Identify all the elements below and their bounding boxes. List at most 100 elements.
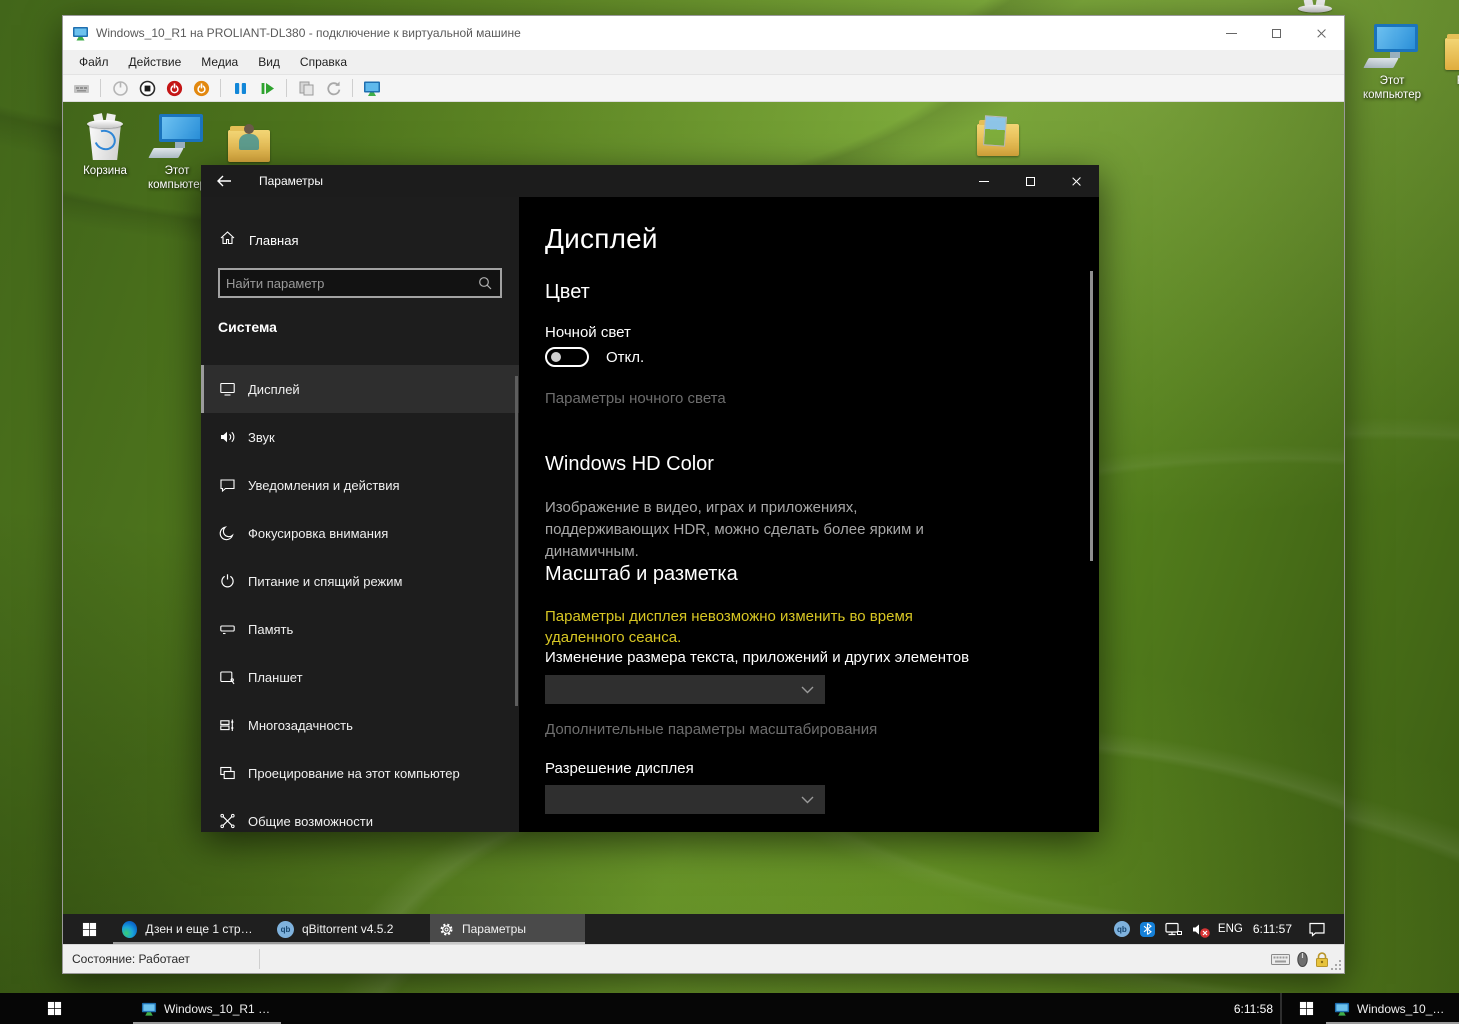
resume-vm-icon[interactable]: [257, 78, 277, 98]
vm-desktop-icon-pictures-folder[interactable]: [960, 106, 1036, 160]
pause-vm-icon[interactable]: [230, 78, 250, 98]
settings-minimize-button[interactable]: [961, 165, 1007, 197]
resolution-label: Разрешение дисплея: [545, 760, 694, 777]
language-indicator[interactable]: ENG: [1218, 923, 1243, 935]
sidebar-item-sound[interactable]: Звук: [201, 413, 519, 461]
network-icon[interactable]: [1165, 922, 1182, 937]
host-clock[interactable]: 6:11:58: [1234, 993, 1273, 1024]
search-input[interactable]: [220, 276, 478, 291]
settings-close-button[interactable]: [1053, 165, 1099, 197]
host-desktop-icon-folder[interactable]: Ror: [1428, 20, 1459, 88]
shut-down-vm-icon[interactable]: [164, 78, 184, 98]
host-start-button[interactable]: [30, 993, 78, 1024]
host-taskbar-item-vmconnect[interactable]: Windows_10_R1 на P...: [133, 993, 281, 1024]
sidebar-scrollbar[interactable]: [515, 376, 518, 706]
enhanced-session-icon[interactable]: [362, 78, 382, 98]
display-icon: [219, 381, 236, 397]
checkpoint-icon[interactable]: [296, 78, 316, 98]
save-vm-icon[interactable]: [191, 78, 211, 98]
menu-media[interactable]: Медиа: [191, 52, 248, 72]
sidebar-item-tablet[interactable]: Планшет: [201, 653, 519, 701]
sidebar-item-home[interactable]: Главная: [201, 225, 519, 255]
vmconnect-menubar: Файл Действие Медиа Вид Справка: [63, 50, 1344, 75]
pictures-folder-icon: [960, 106, 1036, 156]
host-start-button-secondary[interactable]: [1286, 993, 1326, 1024]
host-desktop: Этот компьютер Ror Windows_10_R1 на PROL…: [0, 0, 1459, 1024]
content-scrollbar[interactable]: [1090, 271, 1093, 561]
sidebar-item-notifications[interactable]: Уведомления и действия: [201, 461, 519, 509]
revert-icon[interactable]: [323, 78, 343, 98]
mouse-capture-icon: [1297, 952, 1308, 967]
night-light-label: Ночной свет: [545, 324, 631, 341]
moon-icon: [219, 525, 236, 541]
resize-grip[interactable]: [1331, 960, 1341, 970]
settings-search-box[interactable]: [218, 268, 502, 298]
qbittorrent-icon: qb: [277, 921, 294, 938]
start-vm-icon[interactable]: [110, 78, 130, 98]
host-desktop-icon-this-pc[interactable]: Этот компьютер: [1354, 20, 1430, 103]
shared-experiences-icon: [219, 813, 236, 829]
storage-icon: [219, 621, 236, 637]
vmconnect-maximize-button[interactable]: [1254, 16, 1299, 50]
vm-start-button[interactable]: [71, 914, 107, 944]
sidebar-item-focus-assist[interactable]: Фокусировка внимания: [201, 509, 519, 557]
vm-clock[interactable]: 6:11:57: [1253, 922, 1292, 936]
qbittorrent-tray-icon[interactable]: qb: [1114, 921, 1130, 937]
action-center-icon[interactable]: [1308, 921, 1326, 937]
bluetooth-icon[interactable]: [1140, 922, 1155, 937]
gear-icon: [439, 922, 454, 937]
menu-view[interactable]: Вид: [248, 52, 290, 72]
vm-taskbar-item-settings[interactable]: Параметры: [430, 914, 585, 944]
back-arrow-icon: [216, 175, 232, 187]
vm-monitor-icon: [141, 1001, 157, 1017]
night-light-settings-link[interactable]: Параметры ночного света: [545, 390, 726, 407]
sidebar-item-display[interactable]: Дисплей: [201, 365, 519, 413]
settings-window-title: Параметры: [259, 174, 961, 188]
vmconnect-statusbar: Состояние: Работает: [63, 944, 1344, 973]
home-icon: [219, 230, 236, 251]
ctrl-alt-del-icon[interactable]: [71, 78, 91, 98]
volume-muted-icon[interactable]: [1192, 922, 1208, 937]
menu-help[interactable]: Справка: [290, 52, 357, 72]
sidebar-item-power-sleep[interactable]: Питание и спящий режим: [201, 557, 519, 605]
advanced-scaling-link[interactable]: Дополнительные параметры масштабирования: [545, 721, 877, 738]
sidebar-item-projecting[interactable]: Проецирование на этот компьютер: [201, 749, 519, 797]
settings-titlebar[interactable]: Параметры: [201, 165, 1099, 197]
night-light-row: Откл.: [545, 347, 644, 367]
settings-maximize-button[interactable]: [1007, 165, 1053, 197]
back-button[interactable]: [201, 165, 247, 197]
close-icon: [1316, 28, 1327, 39]
vmconnect-titlebar[interactable]: Windows_10_R1 на PROLIANT-DL380 - подклю…: [63, 16, 1344, 50]
search-icon[interactable]: [478, 276, 492, 290]
vm-desktop-icon-user-folder[interactable]: [211, 112, 287, 166]
power-icon: [219, 573, 236, 589]
vm-taskbar-item-qbittorrent[interactable]: qb qBittorrent v4.5.2: [268, 914, 430, 944]
sidebar-item-shared-experiences[interactable]: Общие возможности: [201, 797, 519, 832]
keyboard-capture-icon: [1271, 953, 1290, 966]
host-taskbar-item-vmconnect-secondary[interactable]: Windows_10_R1 на P.: [1326, 993, 1459, 1024]
sidebar-item-multitasking[interactable]: Многозадачность: [201, 701, 519, 749]
night-light-toggle[interactable]: [545, 347, 589, 367]
this-pc-icon: [139, 110, 215, 160]
vm-monitor-icon: [1334, 1001, 1350, 1017]
host-this-pc-label: Этот компьютер: [1354, 74, 1430, 103]
menu-action[interactable]: Действие: [119, 52, 192, 72]
sidebar-item-storage[interactable]: Память: [201, 605, 519, 653]
vm-desktop-icon-recycle-bin[interactable]: Корзина: [67, 110, 143, 178]
remote-session-warning: Параметры дисплея невозможно изменить во…: [545, 606, 975, 648]
menu-file[interactable]: Файл: [69, 52, 119, 72]
scale-dropdown[interactable]: [545, 675, 825, 704]
monitor-boundary-seam: [1280, 993, 1282, 1024]
projecting-icon: [219, 765, 236, 781]
vm-taskbar-item-edge[interactable]: Дзен и еще 1 страни...: [113, 914, 268, 944]
vmconnect-close-button[interactable]: [1299, 16, 1344, 50]
resolution-dropdown[interactable]: [545, 785, 825, 814]
vm-taskbar: Дзен и еще 1 страни... qb qBittorrent v4…: [63, 914, 1344, 944]
vmconnect-minimize-button[interactable]: [1209, 16, 1254, 50]
vm-monitor-icon: [72, 25, 89, 42]
scale-heading: Масштаб и разметка: [545, 563, 738, 586]
toolbar-separator: [220, 79, 221, 97]
vm-status-text: Состояние: Работает: [72, 952, 190, 966]
host-recycle-bin-partial[interactable]: [1297, 0, 1333, 14]
turn-off-vm-icon[interactable]: [137, 78, 157, 98]
